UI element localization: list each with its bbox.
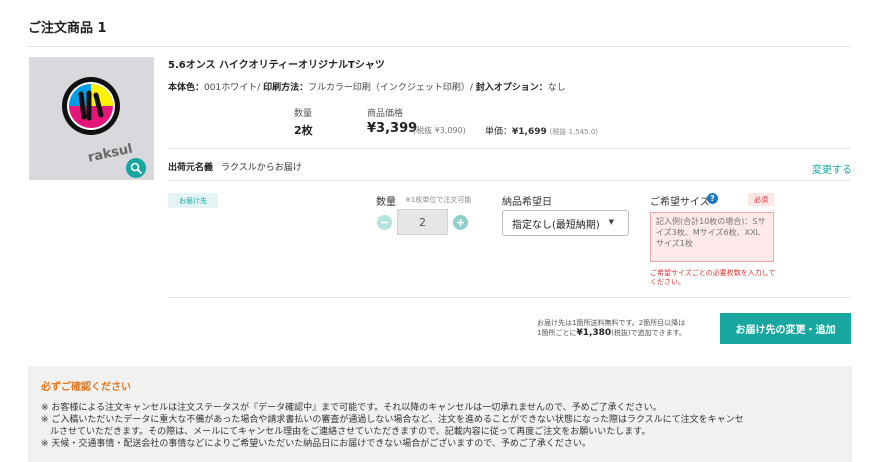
- minus-icon: [381, 221, 388, 224]
- shipping-origin-label: 出荷元名義: [168, 163, 214, 173]
- spec-option-value: なし: [547, 83, 566, 93]
- plus-icon: [457, 219, 464, 226]
- divider-shipping-top: [168, 148, 851, 149]
- spec-print-label: 印刷方法：: [263, 83, 309, 93]
- caret-down-icon: ▼: [608, 218, 614, 226]
- divider-destination-bottom: [168, 297, 851, 298]
- delivery-date-label: 納品希望日: [502, 197, 552, 208]
- delivery-date-value: 指定なし(最短納期): [512, 219, 600, 231]
- quantity-label: 数量: [294, 109, 313, 119]
- notice-box: 必ずご確認ください ※ お客様による注文キャンセルは注文ステータスが『データ確認…: [28, 366, 852, 462]
- unit-price-label: 単価：: [485, 127, 513, 137]
- spec-option-label: 封入オプション：: [475, 83, 548, 93]
- shipping-origin-value: ラクスルからお届け: [221, 163, 302, 173]
- address-fee-note-line1: お届け先は1箇所送料無料です。2箇所目以降は: [537, 319, 686, 327]
- size-label: ご希望サイズ: [650, 197, 710, 208]
- help-icon[interactable]: ?: [707, 193, 718, 204]
- unit-price-tax: (税抜 1,545.0): [549, 128, 599, 136]
- destination-quantity-note: ※1枚単位で注文可能: [405, 196, 472, 204]
- spec-color-value: 001ホワイト/: [204, 83, 264, 93]
- notice-line: ※ お客様による注文キャンセルは注文ステータスが『データ確認中』まで可能です。そ…: [41, 403, 662, 413]
- address-fee-note: お届け先は1箇所送料無料です。2箇所目以降は 1箇所ごとに¥1,380(税抜)で…: [537, 318, 686, 338]
- quantity-stepper[interactable]: 2: [397, 209, 448, 235]
- quantity-value: 2枚: [294, 124, 313, 137]
- price-value: ¥3,399: [367, 121, 418, 136]
- notice-title: 必ずご確認ください: [41, 382, 131, 393]
- increment-button[interactable]: [453, 215, 468, 230]
- decrement-button[interactable]: [377, 215, 392, 230]
- spec-color-label: 本体色：: [168, 83, 205, 93]
- destination-quantity-label: 数量: [376, 197, 396, 208]
- size-error-message: ご希望サイズごとの必要枚数を入力してください。: [650, 269, 776, 286]
- notice-line: ※ ご入稿いただいたデータに重大な不備があった場合や請求書払いの審査が通過しない…: [41, 415, 744, 425]
- divider-shipping-bottom: [168, 180, 851, 181]
- spec-print-value: フルカラー印刷（インクジェット印刷）/: [308, 83, 476, 93]
- price-label: 商品価格: [367, 109, 404, 119]
- delivery-date-select[interactable]: 指定なし(最短納期) ▼: [502, 210, 629, 236]
- size-textarea[interactable]: [650, 212, 774, 262]
- required-badge: 必須: [748, 193, 774, 206]
- notice-line: ルさせていただきます。その際は、メールにてキャンセル理由をご連絡させていただきま…: [41, 427, 651, 437]
- product-name: 5.6オンス ハイクオリティーオリジナルTシャツ: [168, 60, 385, 71]
- address-fee-note-line2: 1箇所ごとに¥1,380(税抜)で追加できます。: [537, 328, 686, 338]
- product-specs: 本体色：001ホワイト/ 印刷方法：フルカラー印刷（インクジェット印刷）/ 封入…: [168, 80, 566, 93]
- notice-line: ※ 天候・交通事情・配送会社の事情などによりご希望いただいた納品日にお届けできな…: [41, 439, 591, 449]
- unit-price-value: ¥1,699: [512, 127, 547, 137]
- shipping-origin: 出荷元名義 ラクスルからお届け: [168, 160, 302, 173]
- section-title: ご注文商品 1: [28, 21, 107, 36]
- address-fee-price: ¥1,380: [576, 328, 612, 338]
- divider-top: [28, 46, 851, 47]
- zoom-icon[interactable]: [126, 158, 146, 178]
- unit-price: 単価：¥1,699 (税抜 1,545.0): [485, 124, 598, 137]
- price-tax-excluded: (税抜 ¥3,090): [413, 126, 466, 135]
- change-add-destination-button[interactable]: お届け先の変更・追加: [720, 313, 851, 344]
- change-origin-link[interactable]: 変更する: [812, 161, 852, 176]
- destination-badge: お届け先: [168, 193, 218, 208]
